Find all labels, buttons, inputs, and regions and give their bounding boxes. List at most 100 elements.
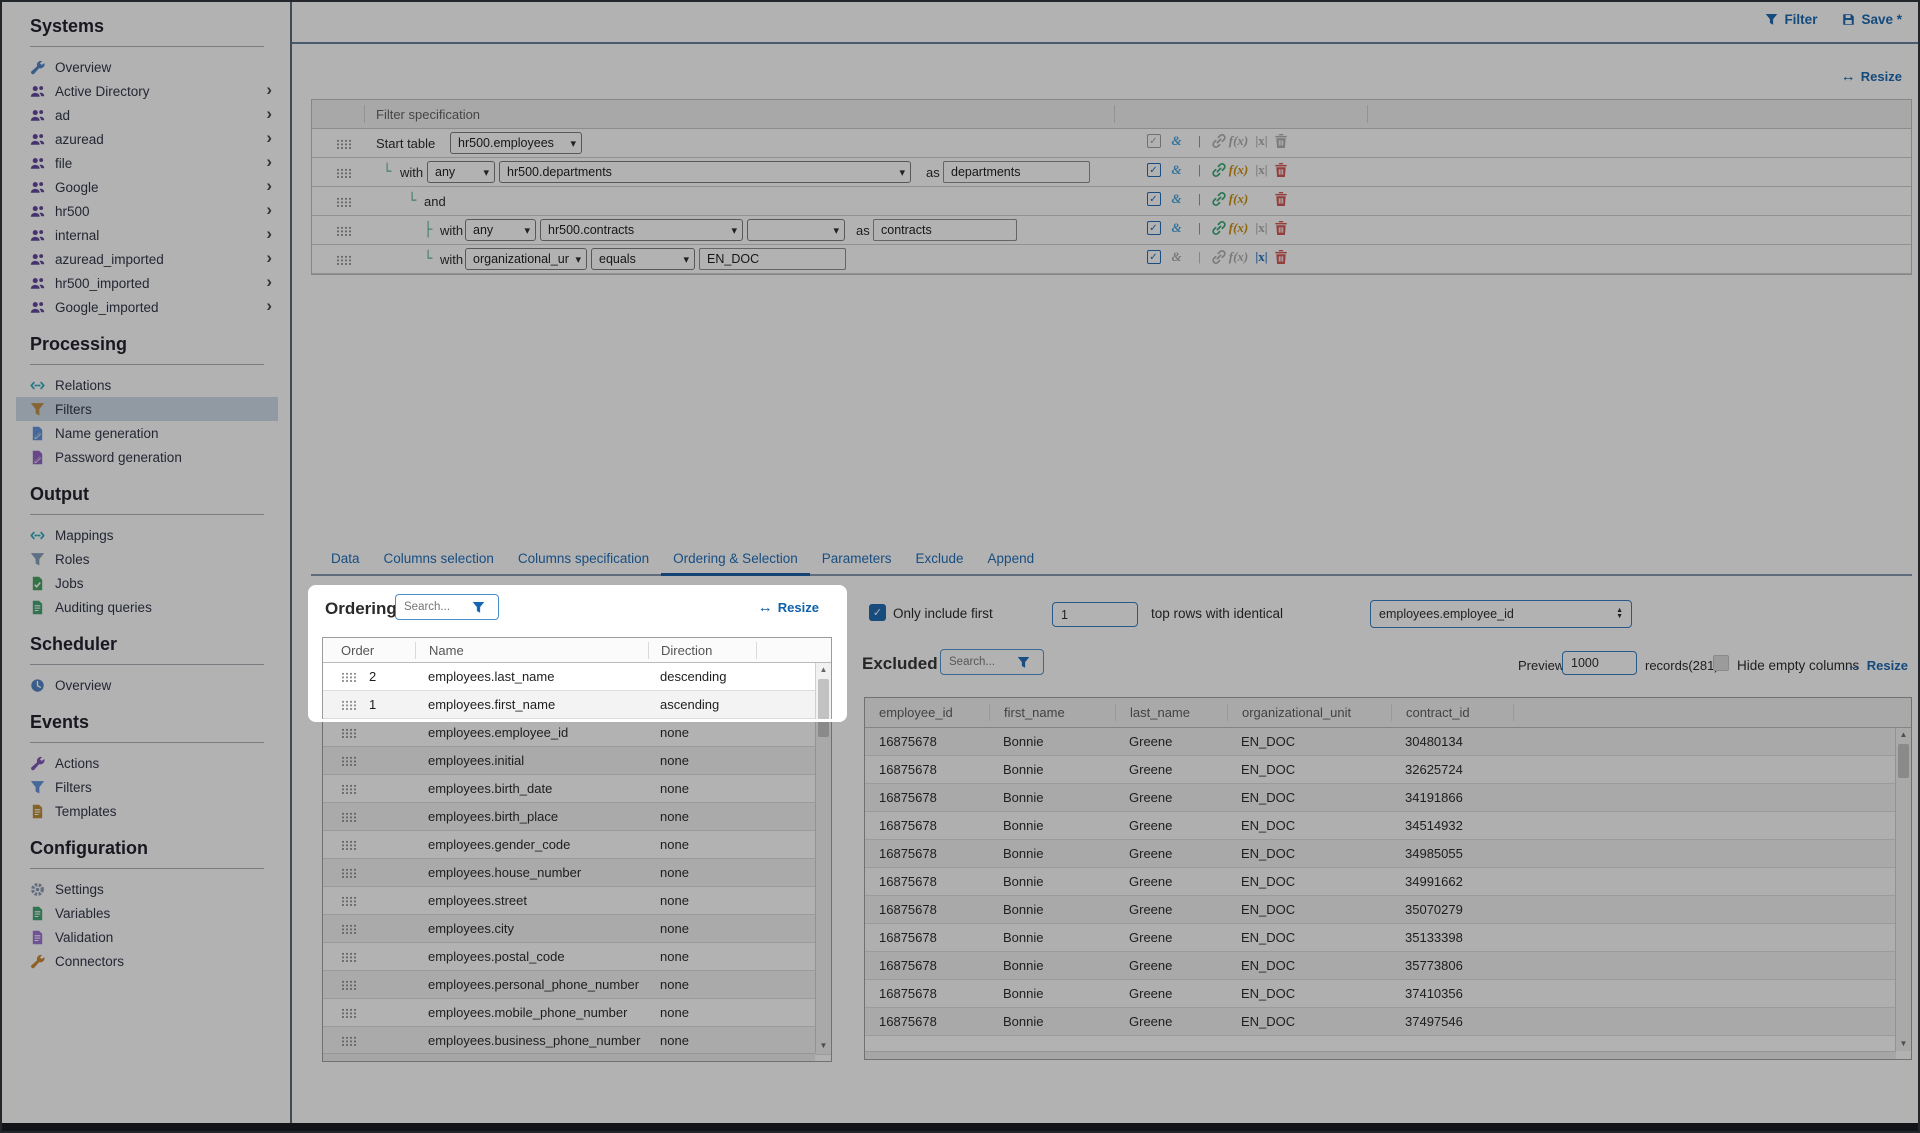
ordering-row[interactable]: employees.birth_place none (323, 803, 831, 831)
excluded-row[interactable]: 16875678 Bonnie Greene EN_DOC 35133398 (865, 924, 1911, 952)
drag-handle-icon[interactable] (336, 139, 351, 149)
excluded-row[interactable]: 16875678 Bonnie Greene EN_DOC 35773806 (865, 952, 1911, 980)
ordering-row[interactable]: employees.personal_phone_number none (323, 971, 831, 999)
scroll-up-button[interactable]: ▲ (1896, 728, 1911, 742)
excluded-row[interactable]: 16875678 Bonnie Greene EN_DOC 35070279 (865, 896, 1911, 924)
link-icon[interactable] (1211, 162, 1227, 178)
ordering-search-input[interactable] (404, 601, 468, 613)
excluded-resize-button[interactable]: ↔ Resize (1847, 657, 1908, 674)
or-condition-icon[interactable]: | (1188, 249, 1211, 265)
quantifier-select[interactable]: any ▾ (427, 161, 495, 183)
drag-handle-icon[interactable] (341, 728, 356, 738)
sidebar-item[interactable]: Google › (16, 175, 278, 199)
drag-handle-icon[interactable] (341, 980, 356, 990)
ordering-row[interactable]: employees.gender_code none (323, 831, 831, 859)
sidebar-item[interactable]: Overview (16, 55, 278, 79)
row-enabled-checkbox[interactable]: ✓ (1147, 250, 1161, 264)
trash-icon[interactable] (1273, 191, 1289, 207)
sidebar-item[interactable]: Actions (16, 751, 278, 775)
drag-handle-icon[interactable] (341, 1036, 356, 1046)
trash-icon[interactable] (1273, 220, 1289, 236)
table-select[interactable]: hr500.departments ▾ (499, 161, 911, 183)
drag-handle-icon[interactable] (341, 672, 356, 682)
ordering-row[interactable]: employees.city none (323, 915, 831, 943)
excluded-row[interactable]: 16875678 Bonnie Greene EN_DOC 30480134 (865, 728, 1911, 756)
or-condition-icon[interactable]: | (1188, 162, 1211, 178)
preview-count-input[interactable] (1562, 651, 1637, 675)
and-condition-icon[interactable]: & (1165, 133, 1188, 149)
sidebar-item[interactable]: Templates (16, 799, 278, 823)
sidebar-item[interactable]: Mappings (16, 523, 278, 547)
sidebar-item[interactable]: Overview (16, 673, 278, 697)
absolute-value-icon[interactable]: |x| (1250, 220, 1273, 236)
direction-value[interactable]: ascending (648, 697, 756, 712)
column-header-employee-id[interactable]: employee_id (865, 704, 989, 721)
ordering-row[interactable]: employees.birth_date none (323, 775, 831, 803)
or-condition-icon[interactable]: | (1188, 191, 1211, 207)
save-button[interactable]: Save * (1841, 12, 1902, 27)
sidebar-item[interactable]: Auditing queries (16, 595, 278, 619)
drag-handle-icon[interactable] (341, 868, 356, 878)
drag-handle-icon[interactable] (341, 812, 356, 822)
trash-icon[interactable] (1273, 162, 1289, 178)
sidebar-item[interactable]: Jobs (16, 571, 278, 595)
direction-value[interactable]: none (648, 725, 756, 740)
row-enabled-checkbox[interactable]: ✓ (1147, 221, 1161, 235)
scroll-thumb[interactable] (818, 679, 829, 737)
direction-value[interactable]: none (648, 1033, 756, 1048)
and-condition-icon[interactable]: & (1165, 220, 1188, 236)
or-condition-icon[interactable]: | (1188, 133, 1211, 149)
horizontal-scrollbar[interactable] (865, 1051, 1896, 1059)
function-icon[interactable]: f(x) (1227, 249, 1250, 265)
link-icon[interactable] (1211, 220, 1227, 236)
ordering-row[interactable]: employees.initial none (323, 747, 831, 775)
drag-handle-icon[interactable] (336, 255, 351, 265)
ordering-row[interactable]: employees.house_number none (323, 859, 831, 887)
empty-select[interactable]: ▾ (747, 219, 845, 241)
top-resize-button[interactable]: ↔ Resize (1841, 68, 1902, 85)
direction-value[interactable]: none (648, 809, 756, 824)
trash-icon[interactable] (1273, 133, 1289, 149)
sidebar-item[interactable]: Validation (16, 925, 278, 949)
row-enabled-checkbox[interactable]: ✓ (1147, 192, 1161, 206)
or-condition-icon[interactable]: | (1188, 220, 1211, 236)
sidebar-item[interactable]: Relations (16, 373, 278, 397)
drag-handle-icon[interactable] (341, 784, 356, 794)
ordering-row[interactable]: 2 employees.last_name descending (323, 663, 831, 691)
scroll-down-button[interactable]: ▼ (816, 1039, 831, 1053)
drag-handle-icon[interactable] (341, 952, 356, 962)
ordering-row[interactable]: employees.postal_code none (323, 943, 831, 971)
drag-handle-icon[interactable] (336, 197, 351, 207)
tab[interactable]: Columns specification (506, 545, 661, 574)
excluded-search-input[interactable] (949, 656, 1013, 668)
direction-value[interactable]: none (648, 921, 756, 936)
sidebar-item[interactable]: azuread_imported › (16, 247, 278, 271)
tab[interactable]: Append (976, 545, 1047, 574)
sidebar-item[interactable]: internal › (16, 223, 278, 247)
start-table-select[interactable]: hr500.employees ▾ (450, 132, 582, 154)
scrollbar[interactable]: ▲ ▼ (815, 663, 831, 1053)
tab[interactable]: Exclude (904, 545, 976, 574)
drag-handle-icon[interactable] (341, 700, 356, 710)
ordering-row[interactable]: 1 employees.first_name ascending (323, 691, 831, 719)
sidebar-item[interactable]: Google_imported › (16, 295, 278, 319)
filter-button[interactable]: Filter (1764, 12, 1817, 27)
identical-column-select[interactable]: employees.employee_id ▲▼ (1370, 600, 1632, 628)
sidebar-item[interactable]: Filters (16, 397, 278, 421)
column-header-organizational-unit[interactable]: organizational_unit (1227, 704, 1391, 721)
function-icon[interactable]: f(x) (1227, 162, 1250, 178)
excluded-row[interactable]: 16875678 Bonnie Greene EN_DOC 37497546 (865, 1008, 1911, 1036)
scroll-up-button[interactable]: ▲ (816, 663, 831, 677)
sidebar-item[interactable]: hr500_imported › (16, 271, 278, 295)
sidebar-item[interactable]: Filters (16, 775, 278, 799)
drag-handle-icon[interactable] (341, 756, 356, 766)
tab[interactable]: Ordering & Selection (661, 545, 810, 576)
drag-handle-icon[interactable] (336, 226, 351, 236)
drag-handle-icon[interactable] (336, 168, 351, 178)
funnel-icon[interactable] (1017, 656, 1030, 669)
funnel-icon[interactable] (472, 601, 485, 614)
column-header-last-name[interactable]: last_name (1115, 704, 1227, 721)
and-condition-icon[interactable]: & (1165, 162, 1188, 178)
direction-value[interactable]: none (648, 865, 756, 880)
drag-handle-icon[interactable] (341, 896, 356, 906)
